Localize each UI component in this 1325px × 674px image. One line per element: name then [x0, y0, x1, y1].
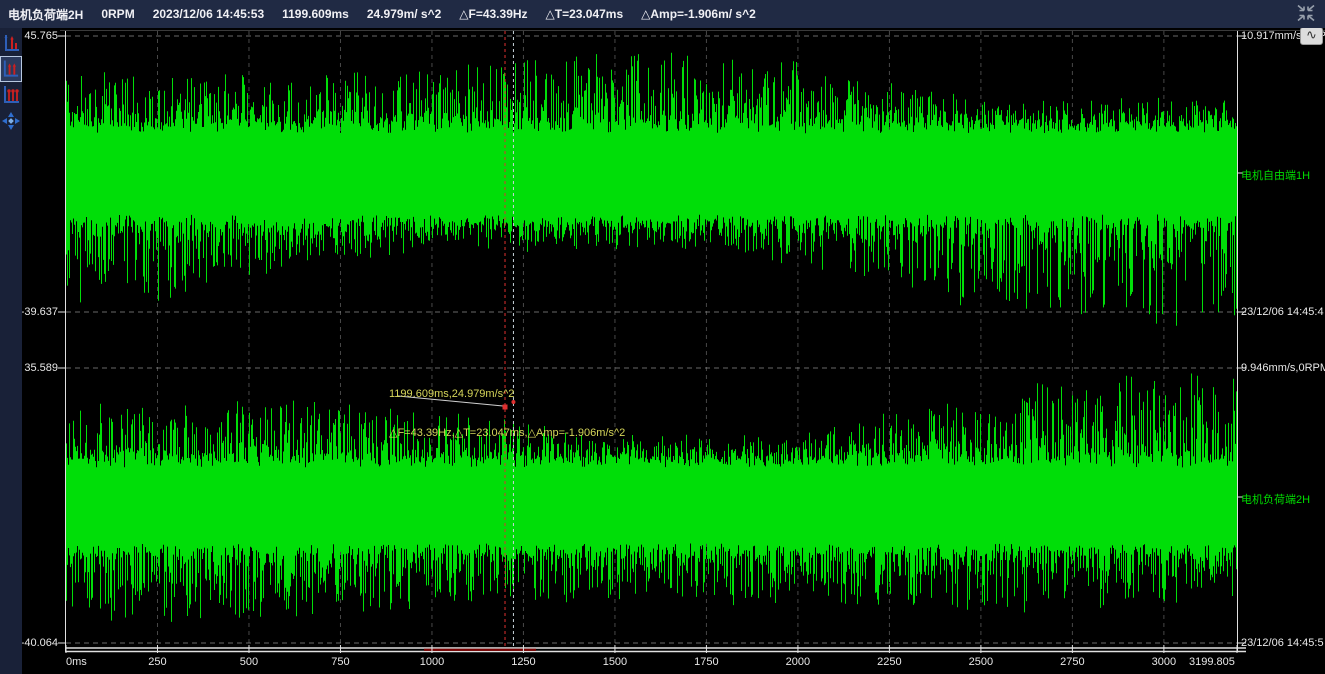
toolbar: 电机负荷端2H 0RPM 2023/12/06 14:45:53 1199.60… [0, 0, 1325, 28]
toolbar-datetime-label: 2023/12/06 14:45:53 [153, 7, 264, 21]
waveform-plot[interactable] [0, 0, 1325, 674]
toolbar-cursor-amplitude-label: 24.979m/ s^2 [367, 7, 441, 21]
toolbar-delta-f-label: △F=43.39Hz [459, 7, 527, 21]
cursor-annotation-line2: △F=43.39Hz,△T=23.047ms,△Amp=-1.906m/s^2 [389, 427, 625, 440]
plot-area[interactable] [66, 31, 1237, 648]
toolbar-delta-amp-label: △Amp=-1.906m/ s^2 [641, 7, 756, 21]
axis-cursor-region-marker [424, 649, 536, 651]
toolbar-delta-t-label: △T=23.047ms [546, 7, 624, 21]
spectrum-peaks-tool-icon[interactable] [0, 82, 22, 108]
cursor-annotation-line1: 1199.609ms,24.979m/s^2 [389, 388, 625, 401]
collapse-icon[interactable] [1295, 4, 1317, 24]
waveform-analyzer-window: 电机负荷端2H 0RPM 2023/12/06 14:45:53 1199.60… [0, 0, 1325, 674]
cursor-annotation: 1199.609ms,24.979m/s^2 △F=43.39Hz,△T=23.… [389, 362, 625, 466]
waveform-cursor-tool-icon[interactable] [0, 30, 22, 56]
toolbar-rpm-label: 0RPM [101, 7, 134, 21]
waveform-display-button[interactable]: ∿ [1300, 27, 1323, 45]
pan-tool-icon[interactable] [0, 108, 22, 134]
sidebar [0, 28, 22, 674]
dual-harmonic-cursor-tool-icon[interactable] [0, 56, 22, 82]
toolbar-channel-label: 电机负荷端2H [8, 6, 83, 23]
toolbar-cursor-time-label: 1199.609ms [282, 7, 349, 21]
